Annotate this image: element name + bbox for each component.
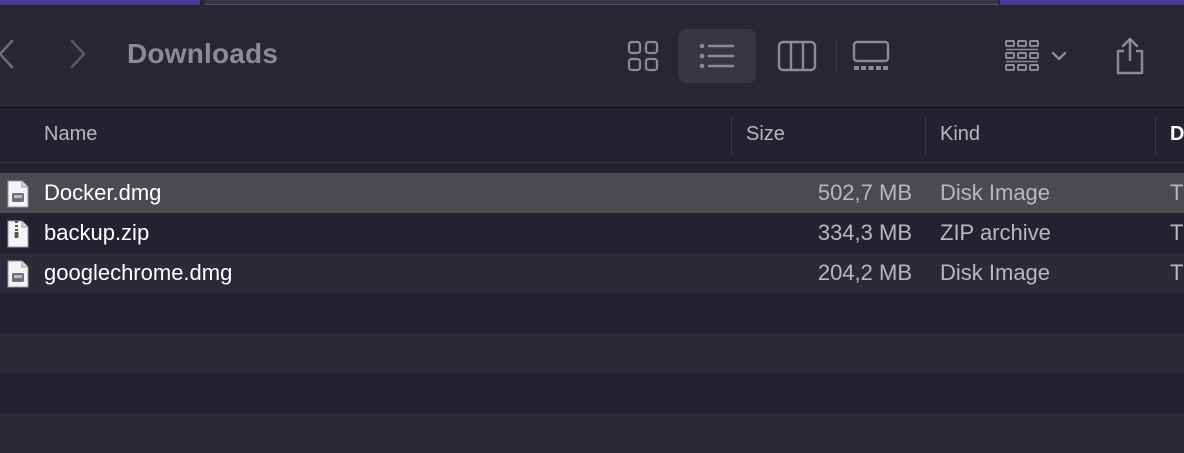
column-divider[interactable] bbox=[731, 117, 732, 155]
column-header-kind[interactable]: Kind bbox=[940, 123, 980, 146]
file-list: Docker.dmg 502,7 MB Disk Image T backup.… bbox=[0, 173, 1184, 453]
back-button[interactable] bbox=[0, 37, 20, 71]
forward-button[interactable] bbox=[66, 37, 90, 71]
empty-row bbox=[0, 333, 1184, 373]
empty-row bbox=[0, 293, 1184, 333]
file-date: T bbox=[1170, 260, 1184, 285]
file-row[interactable]: backup.zip 334,3 MB ZIP archive T bbox=[0, 213, 1184, 253]
file-size: 204,2 MB bbox=[817, 260, 912, 285]
file-date: T bbox=[1170, 180, 1184, 205]
file-kind: ZIP archive bbox=[940, 220, 1051, 245]
column-header-name[interactable]: Name bbox=[44, 123, 97, 146]
list-view-button[interactable] bbox=[678, 29, 756, 83]
file-size: 334,3 MB bbox=[817, 220, 912, 245]
finder-toolbar: Downloads bbox=[0, 5, 1184, 108]
chevron-right-icon bbox=[70, 39, 86, 69]
zip-archive-icon bbox=[7, 220, 29, 248]
disk-image-icon bbox=[7, 180, 29, 208]
column-header-row: Name Size Kind D bbox=[0, 109, 1184, 163]
file-kind: Disk Image bbox=[940, 260, 1051, 285]
list-icon bbox=[699, 43, 735, 69]
chevron-left-icon bbox=[0, 39, 14, 69]
column-header-size[interactable]: Size bbox=[746, 123, 785, 146]
share-button[interactable] bbox=[1104, 29, 1156, 83]
disk-image-icon bbox=[7, 260, 29, 288]
file-size: 502,7 MB bbox=[817, 180, 912, 205]
file-row[interactable]: Docker.dmg 502,7 MB Disk Image T bbox=[0, 173, 1184, 213]
column-divider[interactable] bbox=[1155, 117, 1156, 155]
gallery-icon bbox=[852, 40, 890, 70]
file-row[interactable]: googlechrome.dmg 204,2 MB Disk Image T bbox=[0, 253, 1184, 293]
icon-view-button[interactable] bbox=[616, 29, 670, 83]
grid-icon bbox=[627, 40, 659, 72]
file-date: T bbox=[1170, 220, 1184, 245]
empty-row bbox=[0, 413, 1184, 453]
column-divider[interactable] bbox=[925, 117, 926, 155]
file-name: Docker.dmg bbox=[44, 180, 162, 205]
columns-icon bbox=[777, 40, 817, 72]
file-kind: Disk Image bbox=[940, 180, 1051, 205]
window-title: Downloads bbox=[127, 38, 279, 69]
column-header-date[interactable]: D bbox=[1170, 123, 1184, 146]
toolbar-separator bbox=[836, 41, 837, 73]
file-name: backup.zip bbox=[44, 220, 150, 245]
gallery-view-button[interactable] bbox=[844, 29, 898, 83]
column-view-button[interactable] bbox=[770, 29, 824, 83]
group-by-button[interactable] bbox=[994, 29, 1078, 83]
chevron-down-icon bbox=[1051, 51, 1067, 61]
empty-row bbox=[0, 373, 1184, 413]
share-icon bbox=[1116, 37, 1144, 75]
file-name: googlechrome.dmg bbox=[44, 260, 233, 285]
group-by-icon bbox=[1005, 40, 1039, 71]
